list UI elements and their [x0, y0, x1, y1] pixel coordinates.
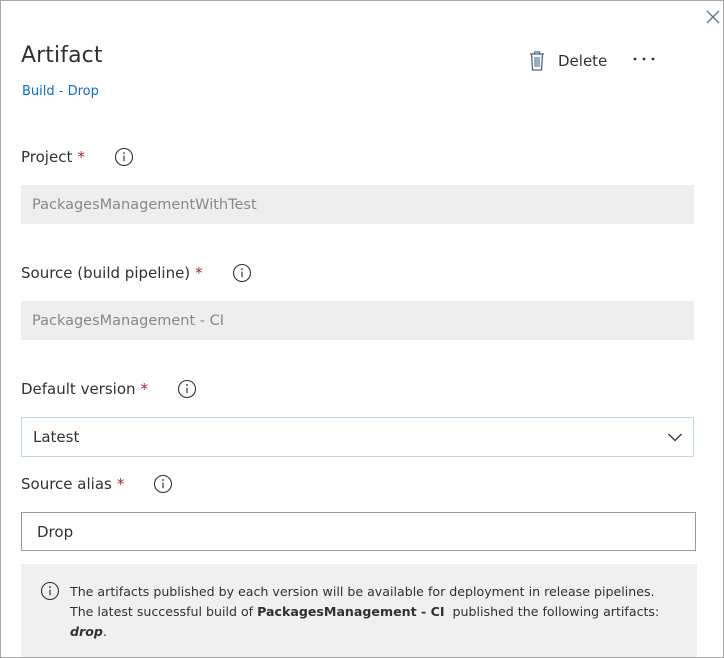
delete-button[interactable]: Delete — [527, 48, 607, 74]
required-marker: * — [195, 264, 203, 282]
artifact-panel: Artifact Build - Drop Delete Project * P… — [0, 0, 724, 658]
artifact-name: drop — [70, 624, 103, 639]
info-message-box: The artifacts published by each version … — [21, 564, 697, 657]
build-pipeline-name: PackagesManagement - CI — [257, 604, 445, 619]
project-label: Project — [21, 148, 73, 166]
default-version-label-row: Default version * — [21, 378, 197, 400]
source-field: PackagesManagement - CI — [21, 301, 694, 340]
default-version-selected: Latest — [33, 428, 80, 446]
chevron-down-icon — [668, 433, 682, 442]
default-version-label: Default version — [21, 380, 136, 398]
info-icon[interactable] — [153, 474, 173, 494]
close-button[interactable] — [704, 8, 722, 26]
info-line-2: The latest successful build of PackagesM… — [70, 602, 690, 622]
required-marker: * — [116, 475, 125, 493]
info-period: . — [102, 624, 107, 639]
required-marker: * — [140, 380, 149, 398]
info-message-text: The artifacts published by each version … — [70, 582, 690, 642]
info-icon[interactable] — [177, 379, 197, 399]
panel-title: Artifact — [21, 43, 103, 68]
info-icon — [40, 581, 60, 601]
info-icon[interactable] — [232, 263, 252, 283]
source-alias-input[interactable] — [21, 512, 696, 551]
more-options-button[interactable] — [629, 49, 659, 69]
required-marker: * — [77, 148, 85, 166]
info-line-1: The artifacts published by each version … — [70, 584, 655, 599]
trash-icon — [527, 50, 547, 72]
source-alias-label-row: Source alias * — [21, 473, 173, 495]
source-alias-label: Source alias — [21, 475, 112, 493]
info-line-2-prefix: The latest successful build of — [70, 604, 258, 619]
source-label-row: Source (build pipeline) * — [21, 262, 252, 284]
info-line-3: drop. — [70, 622, 690, 642]
info-icon[interactable] — [114, 147, 134, 167]
artifact-subtitle-link[interactable]: Build - Drop — [22, 84, 99, 99]
more-ellipsis-icon — [633, 57, 655, 61]
info-line-2-suffix: published the following artifacts: — [444, 604, 660, 619]
close-icon — [706, 10, 720, 24]
delete-label: Delete — [558, 52, 608, 70]
source-label: Source (build pipeline) — [21, 264, 191, 282]
project-label-row: Project * — [21, 146, 134, 168]
default-version-dropdown[interactable]: Latest — [21, 417, 694, 457]
project-field: PackagesManagementWithTest — [21, 185, 694, 224]
